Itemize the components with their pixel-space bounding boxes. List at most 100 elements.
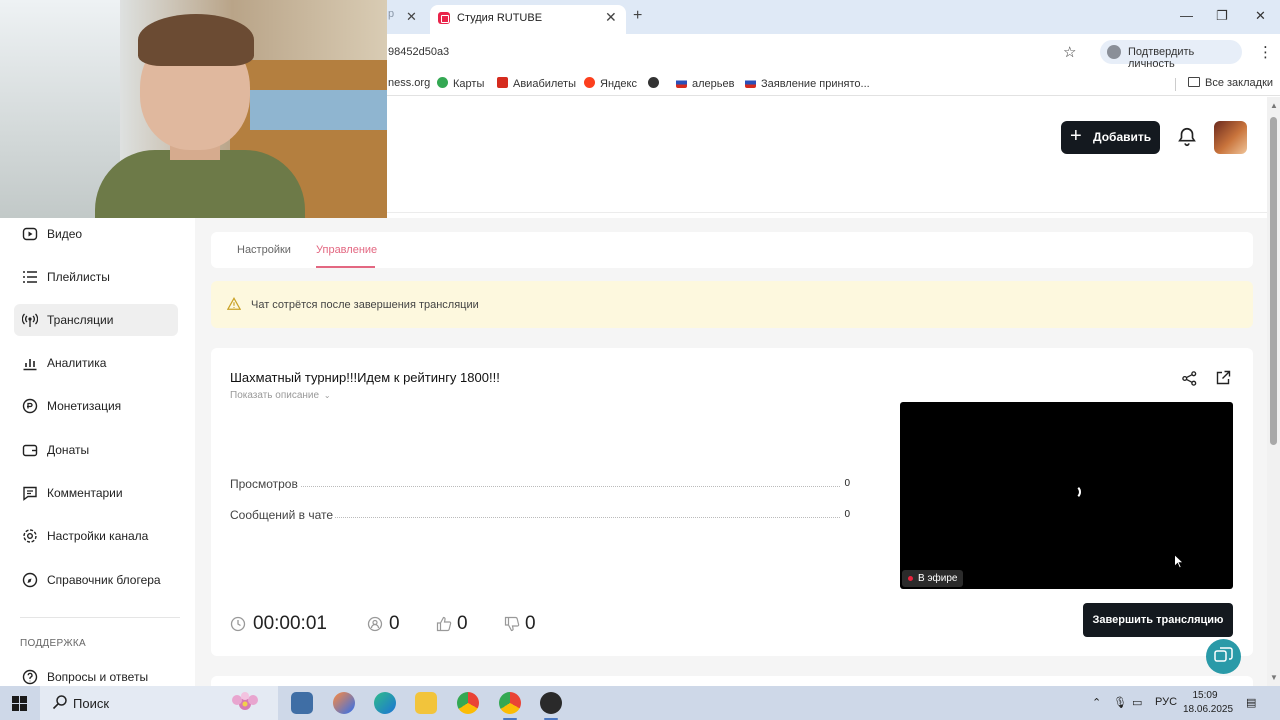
sidebar-item-label: Донаты: [47, 443, 90, 457]
stat-value: 0: [842, 509, 850, 520]
window-close-icon[interactable]: ✕: [1255, 8, 1266, 24]
scroll-down-icon[interactable]: ▼: [1270, 673, 1278, 682]
scrollbar-thumb[interactable]: [1270, 117, 1277, 445]
end-broadcast-button[interactable]: Завершить трансляцию: [1083, 603, 1233, 637]
close-icon[interactable]: ✕: [605, 9, 617, 26]
tab-manage[interactable]: Управление: [316, 244, 377, 256]
sidebar-item-monetization[interactable]: Монетизация: [14, 390, 178, 422]
sidebar-item-donations[interactable]: Донаты: [14, 434, 178, 466]
taskbar-app-explorer-icon[interactable]: [415, 692, 437, 714]
folder-icon: [1188, 77, 1200, 87]
stat-value: 0: [842, 478, 850, 489]
viewer-icon: [367, 616, 383, 632]
windows-taskbar: Поиск ⌃ 🎙 ▭ РУС 15:09 18.06.2025 ▤: [0, 686, 1280, 720]
browser-tab-previous[interactable]: р ✕: [388, 8, 428, 26]
video-icon: [22, 227, 38, 241]
show-description-label: Показать описание: [230, 390, 320, 401]
yandex-icon: [584, 77, 595, 88]
show-description-link[interactable]: Показать описание ⌄: [230, 390, 331, 401]
tray-network-icon[interactable]: ▭: [1132, 696, 1142, 709]
taskbar-app-browser-icon[interactable]: [333, 692, 355, 714]
verify-identity-button[interactable]: Подтвердить личность: [1100, 40, 1242, 70]
profile-icon: [1107, 45, 1121, 59]
sidebar-item-label: Комментарии: [47, 486, 123, 500]
add-button-label: Добавить: [1093, 130, 1152, 144]
user-avatar[interactable]: [1214, 121, 1247, 154]
taskbar-app-edge-icon[interactable]: [374, 692, 396, 714]
page-scrollbar[interactable]: ▲ ▼: [1267, 97, 1280, 686]
search-icon: [52, 695, 67, 710]
sidebar-item-label: Вопросы и ответы: [47, 670, 149, 684]
new-tab-icon[interactable]: +: [633, 7, 642, 25]
taskbar-app-chrome-icon[interactable]: [457, 692, 479, 714]
bookmark-globe[interactable]: [648, 77, 664, 90]
next-card: [211, 676, 1253, 686]
sidebar-item-comments[interactable]: Комментарии: [14, 477, 178, 509]
bookmark-statement[interactable]: Заявление принято...: [745, 77, 870, 90]
list-icon: [23, 271, 37, 283]
rutube-favicon-icon: [438, 12, 450, 24]
comment-icon: [23, 486, 37, 501]
bookmark-label: Карты: [453, 78, 485, 90]
taskbar-app-paint-icon[interactable]: [291, 692, 313, 714]
taskbar-search-label: Поиск: [73, 696, 110, 711]
bookmark-label: Яндекс: [600, 78, 637, 90]
plus-icon: +: [1070, 125, 1082, 147]
sidebar-item-label: Монетизация: [47, 399, 122, 413]
bookmark-star-icon[interactable]: ☆: [1063, 43, 1076, 61]
url-field[interactable]: 98452d50a3: [388, 46, 449, 58]
share-icon[interactable]: [1181, 370, 1198, 387]
viewers-value: 0: [389, 613, 400, 634]
bookmark-item[interactable]: ness.org: [388, 77, 430, 89]
sidebar-item-label: Плейлисты: [47, 270, 110, 284]
sidebar-item-playlists[interactable]: Плейлисты: [14, 261, 178, 293]
bookmark-flights[interactable]: Авиабилеты: [497, 77, 576, 90]
mouse-cursor-icon: [1174, 554, 1184, 569]
sidebar-item-label: Справочник блогера: [47, 573, 161, 587]
bookmark-label: алерьев: [692, 78, 735, 90]
sidebar-item-label: Аналитика: [47, 356, 107, 370]
notifications-bell-icon[interactable]: [1176, 126, 1198, 148]
metric-duration: 00:00:01: [230, 612, 340, 636]
minimize-icon[interactable]: —: [1180, 8, 1193, 23]
globe-icon: [648, 77, 659, 88]
maximize-icon[interactable]: ❐: [1216, 8, 1228, 24]
scroll-up-icon[interactable]: ▲: [1270, 101, 1278, 110]
tab-previous-title: р: [388, 8, 395, 20]
bookmark-yandex[interactable]: Яндекс: [584, 77, 637, 90]
taskbar-clock[interactable]: 15:09 18.06.2025: [1183, 689, 1234, 717]
sidebar-item-video[interactable]: Видео: [14, 218, 178, 250]
sidebar-item-broadcasts[interactable]: Трансляции: [14, 304, 178, 336]
all-bookmarks[interactable]: Все закладки: [1188, 77, 1273, 89]
chevron-down-icon: ⌄: [323, 391, 331, 400]
tab-settings[interactable]: Настройки: [237, 244, 291, 256]
windows-start-icon[interactable]: [12, 696, 27, 711]
bookmarks-divider: [1175, 78, 1176, 91]
taskbar-app-obs-icon[interactable]: [540, 692, 562, 714]
broadcast-icon: [22, 313, 38, 327]
taskbar-app-chrome-active-icon[interactable]: [499, 692, 521, 714]
bookmark-maps[interactable]: Карты: [437, 77, 484, 90]
open-external-icon[interactable]: [1215, 370, 1231, 386]
tray-chevron-up-icon[interactable]: ⌃: [1092, 696, 1101, 709]
sidebar-item-analytics[interactable]: Аналитика: [14, 347, 178, 379]
money-icon: [22, 398, 38, 414]
support-chat-button[interactable]: [1206, 639, 1241, 674]
wallet-icon: [22, 444, 38, 457]
notifications-icon[interactable]: ▤: [1246, 696, 1256, 709]
sidebar-item-channel-settings[interactable]: Настройки канала: [14, 520, 178, 552]
tray-language[interactable]: РУС: [1155, 696, 1177, 708]
bookmark-label: Все закладки: [1205, 77, 1274, 89]
sidebar-item-label: Трансляции: [47, 313, 114, 327]
clock-time: 15:09: [1192, 690, 1218, 701]
sidebar-item-blogger-guide[interactable]: Справочник блогера: [14, 564, 178, 596]
leader-dots: [230, 486, 840, 487]
chat-bubbles-icon: [1214, 647, 1233, 662]
browser-tab-active[interactable]: Студия RUTUBE ✕: [430, 5, 626, 34]
clock-date: 18.06.2025: [1183, 704, 1234, 715]
add-button[interactable]: + Добавить: [1061, 121, 1160, 154]
browser-menu-icon[interactable]: ⋮: [1258, 43, 1273, 61]
tray-microphone-icon[interactable]: 🎙: [1113, 696, 1127, 709]
bookmark-person[interactable]: алерьев: [676, 77, 734, 90]
close-icon[interactable]: ✕: [406, 9, 417, 25]
